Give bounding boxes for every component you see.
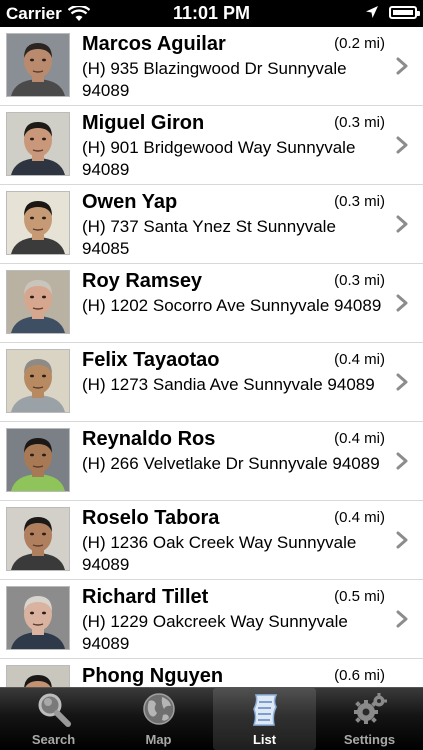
globe-icon (142, 693, 175, 725)
clock: 11:01 PM (172, 3, 251, 23)
status-bar: Carrier 11:01 PM (0, 0, 423, 27)
tab-map-label: Map (145, 732, 172, 747)
person-name: Reynaldo Ros (82, 428, 216, 450)
battery-icon (389, 5, 420, 19)
list-item[interactable]: Roselo Tabora (0.4 mi) (H) 1236 Oak Creek … (0, 501, 423, 580)
address-label: (H) 266 Velvetlake Dr Sunnyvale 94089 (82, 454, 380, 473)
list-item[interactable]: Marcos Aguilar (0.2 mi) (H) 935 Blazingwoo… (0, 27, 423, 106)
avatar (6, 665, 70, 687)
person-name: Miguel Giron (82, 112, 205, 134)
magnifier-icon (38, 693, 71, 727)
scroll-list-icon (252, 694, 277, 726)
distance-label: (0.6 mi) (334, 667, 385, 684)
distance-label: (0.4 mi) (334, 509, 385, 526)
chevron-right-icon (396, 294, 408, 312)
person-name: Owen Yap (82, 191, 178, 213)
chevron-right-icon (396, 531, 408, 549)
distance-label: (0.3 mi) (334, 114, 385, 131)
distance-label: (0.3 mi) (334, 272, 385, 289)
person-name: Marcos Aguilar (82, 33, 226, 55)
tab-settings[interactable]: Settings (318, 688, 421, 750)
list-item[interactable]: Owen Yap (0.3 mi) (H) 737 Santa Ynez St Su… (0, 185, 423, 264)
list-item[interactable]: Roy Ramsey (0.3 mi) (H) 1202 Socorro Ave S… (0, 264, 423, 343)
avatar (6, 428, 70, 492)
chevron-right-icon (396, 452, 408, 470)
chevron-right-icon (396, 57, 408, 75)
avatar (6, 33, 70, 97)
chevron-right-icon (396, 373, 408, 391)
list-item[interactable]: Miguel Giron (0.3 mi) (H) 901 Bridgewood W… (0, 106, 423, 185)
list-item[interactable]: Felix Tayaotao (0.4 mi) (H) 1273 Sandia Av… (0, 343, 423, 422)
tab-map[interactable]: Map (107, 688, 210, 750)
list-item[interactable]: Phong Nguyen (0.6 mi) (0, 659, 423, 687)
tab-settings-label: Settings (343, 732, 396, 747)
chevron-right-icon (396, 215, 408, 233)
avatar (6, 507, 70, 571)
address-label: (H) 1229 Oakcreek Way Sunnyvale 94089 (82, 612, 348, 653)
distance-label: (0.2 mi) (334, 35, 385, 52)
chevron-right-icon (396, 136, 408, 154)
list-item[interactable]: Richard Tillet (0.5 mi) (H) 1229 Oakcreek … (0, 580, 423, 659)
distance-label: (0.4 mi) (334, 430, 385, 447)
people-list: Marcos Aguilar (0.2 mi) (H) 935 Blazingwoo… (0, 27, 423, 687)
gears-icon (353, 693, 387, 724)
avatar (6, 349, 70, 413)
avatar (6, 191, 70, 255)
chevron-right-icon (396, 610, 408, 628)
tab-list[interactable]: List (213, 688, 316, 750)
tab-bar: Search Map List Settings (0, 687, 423, 750)
address-label: (H) 1202 Socorro Ave Sunnyvale 94089 (82, 296, 382, 315)
address-label: (H) 935 Blazingwood Dr Sunnyvale 94089 (82, 59, 347, 100)
address-label: (H) 1236 Oak Creek Way Sunnyvale 94089 (82, 533, 357, 574)
avatar (6, 586, 70, 650)
avatar (6, 112, 70, 176)
tab-search-label: Search (31, 732, 76, 747)
distance-label: (0.3 mi) (334, 193, 385, 210)
person-name: Felix Tayaotao (82, 349, 220, 371)
address-label: (H) 737 Santa Ynez St Sunnyvale 94085 (82, 217, 336, 258)
person-name: Phong Nguyen (82, 665, 224, 687)
address-label: (H) 901 Bridgewood Way Sunnyvale 94089 (82, 138, 356, 179)
person-name: Roselo Tabora (82, 507, 220, 529)
tab-list-label: List (252, 732, 277, 747)
person-name: Richard Tillet (82, 586, 209, 608)
distance-label: (0.5 mi) (334, 588, 385, 605)
tab-search[interactable]: Search (2, 688, 105, 750)
avatar (6, 270, 70, 334)
list-item[interactable]: Reynaldo Ros (0.4 mi) (H) 266 Velvetlake D… (0, 422, 423, 501)
location-arrow-icon (366, 6, 378, 18)
address-label: (H) 1273 Sandia Ave Sunnyvale 94089 (82, 375, 375, 394)
distance-label: (0.4 mi) (334, 351, 385, 368)
person-name: Roy Ramsey (82, 270, 203, 292)
